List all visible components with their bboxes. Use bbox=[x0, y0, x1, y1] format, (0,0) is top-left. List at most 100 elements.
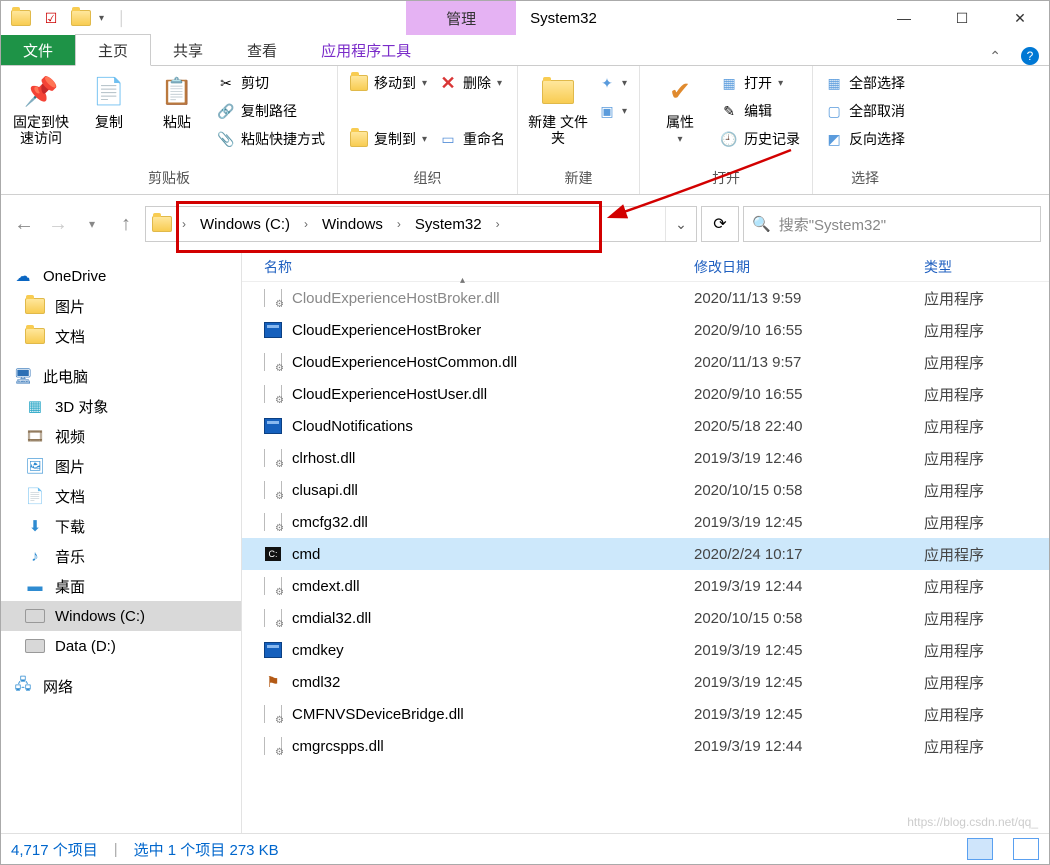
copy-path-button[interactable]: 🔗复制路径 bbox=[213, 98, 329, 124]
rename-button[interactable]: ▭重命名 bbox=[435, 126, 509, 152]
file-row[interactable]: ⚑cmdl322019/3/19 12:45应用程序 bbox=[242, 666, 1049, 698]
quick-access-toolbar: ☑ ▾ │ bbox=[1, 6, 142, 30]
move-to-button[interactable]: 移动到 ▾ bbox=[346, 70, 431, 96]
file-row[interactable]: cmdkey2019/3/19 12:45应用程序 bbox=[242, 634, 1049, 666]
copy-button[interactable]: 📄 复制 bbox=[77, 70, 141, 130]
sidebar-onedrive[interactable]: ☁OneDrive bbox=[1, 261, 241, 291]
drive-icon bbox=[25, 607, 45, 625]
sidebar-item[interactable]: 图片 bbox=[1, 291, 241, 321]
up-button[interactable]: ↑ bbox=[111, 209, 141, 239]
sidebar-item[interactable]: ♪音乐 bbox=[1, 541, 241, 571]
maximize-button[interactable]: ☐ bbox=[933, 1, 991, 35]
file-row[interactable]: C:cmd2020/2/24 10:17应用程序 bbox=[242, 538, 1049, 570]
qat-open-icon[interactable] bbox=[69, 6, 93, 30]
qat-customize-chevron[interactable]: ▾ bbox=[99, 13, 104, 24]
invert-icon: ◩ bbox=[825, 130, 843, 148]
cut-button[interactable]: ✂剪切 bbox=[213, 70, 329, 96]
sidebar-item[interactable]: ▬桌面 bbox=[1, 571, 241, 601]
column-headers[interactable]: 名称 修改日期 类型 ▴ bbox=[242, 253, 1049, 282]
properties-button[interactable]: ✔ 属性 ▾ bbox=[648, 70, 712, 146]
file-date: 2019/3/19 12:45 bbox=[694, 706, 924, 723]
sidebar-item[interactable]: 🖼图片 bbox=[1, 451, 241, 481]
breadcrumb-seg-0[interactable]: Windows (C:) bbox=[190, 216, 300, 233]
open-button[interactable]: ▦打开 ▾ bbox=[716, 70, 804, 96]
sidebar-item[interactable]: 文档 bbox=[1, 321, 241, 351]
file-row[interactable]: CloudExperienceHostBroker2020/9/10 16:55… bbox=[242, 314, 1049, 346]
file-date: 2019/3/19 12:45 bbox=[694, 642, 924, 659]
pictures-icon: 🖼 bbox=[25, 457, 45, 475]
sidebar-item[interactable]: 🎞视频 bbox=[1, 421, 241, 451]
group-label-select: 选择 bbox=[821, 166, 909, 190]
ribbon-collapse-chevron[interactable]: ⌃ bbox=[979, 48, 1011, 65]
sidebar-item-drive-c[interactable]: Windows (C:) bbox=[1, 601, 241, 631]
chevron-right-icon[interactable]: › bbox=[300, 217, 312, 231]
sidebar-this-pc[interactable]: 🖥此电脑 bbox=[1, 361, 241, 391]
paste-shortcut-button[interactable]: 📎粘贴快捷方式 bbox=[213, 126, 329, 152]
cmd-icon: C: bbox=[264, 545, 282, 563]
group-label-new: 新建 bbox=[526, 166, 631, 190]
invert-selection-button[interactable]: ◩反向选择 bbox=[821, 126, 909, 152]
file-date: 2019/3/19 12:44 bbox=[694, 738, 924, 755]
sidebar-item[interactable]: ⬇下载 bbox=[1, 511, 241, 541]
tab-app-tools[interactable]: 应用程序工具 bbox=[299, 35, 433, 65]
chevron-right-icon[interactable]: › bbox=[178, 217, 190, 231]
tab-share[interactable]: 共享 bbox=[151, 35, 225, 65]
sidebar-network[interactable]: 🖧网络 bbox=[1, 671, 241, 701]
recent-locations-button[interactable]: ▾ bbox=[77, 209, 107, 239]
select-none-button[interactable]: ▢全部取消 bbox=[821, 98, 909, 124]
refresh-button[interactable]: ⟳ bbox=[701, 206, 739, 242]
back-button[interactable]: ← bbox=[9, 209, 39, 239]
address-dropdown-button[interactable]: ⌄ bbox=[665, 207, 696, 241]
column-type[interactable]: 类型 bbox=[924, 257, 1049, 277]
sidebar-item[interactable]: ▦3D 对象 bbox=[1, 391, 241, 421]
file-row[interactable]: clrhost.dll2019/3/19 12:46应用程序 bbox=[242, 442, 1049, 474]
paste-button[interactable]: 📋 粘贴 bbox=[145, 70, 209, 130]
qat-folder-icon[interactable] bbox=[9, 6, 33, 30]
chevron-right-icon[interactable]: › bbox=[492, 217, 504, 231]
delete-button[interactable]: ✕删除 ▾ bbox=[435, 70, 509, 96]
file-row[interactable]: CloudExperienceHostUser.dll2020/9/10 16:… bbox=[242, 378, 1049, 410]
history-button[interactable]: 🕘历史记录 bbox=[716, 126, 804, 152]
forward-button[interactable]: → bbox=[43, 209, 73, 239]
sidebar-item[interactable]: 📄文档 bbox=[1, 481, 241, 511]
tab-home[interactable]: 主页 bbox=[75, 34, 151, 66]
sidebar-label: Windows (C:) bbox=[55, 608, 145, 625]
file-row[interactable]: cmgrcspps.dll2019/3/19 12:44应用程序 bbox=[242, 730, 1049, 762]
easy-access-button[interactable]: ▣▾ bbox=[594, 98, 631, 124]
breadcrumb-seg-2[interactable]: System32 bbox=[405, 216, 492, 233]
chevron-right-icon[interactable]: › bbox=[393, 217, 405, 231]
copy-to-button[interactable]: 复制到 ▾ bbox=[346, 126, 431, 152]
minimize-button[interactable]: — bbox=[875, 1, 933, 35]
file-row[interactable]: CMFNVSDeviceBridge.dll2019/3/19 12:45应用程… bbox=[242, 698, 1049, 730]
file-rows[interactable]: CloudExperienceHostBroker.dll2020/11/13 … bbox=[242, 282, 1049, 833]
tab-file[interactable]: 文件 bbox=[1, 35, 75, 65]
sidebar-item-drive-d[interactable]: Data (D:) bbox=[1, 631, 241, 661]
select-all-button[interactable]: ▦全部选择 bbox=[821, 70, 909, 96]
file-row[interactable]: CloudExperienceHostBroker.dll2020/11/13 … bbox=[242, 282, 1049, 314]
new-item-button[interactable]: ✦▾ bbox=[594, 70, 631, 96]
search-input[interactable]: 🔍 搜索"System32" bbox=[743, 206, 1041, 242]
view-details-button[interactable] bbox=[967, 838, 993, 860]
address-bar[interactable]: › Windows (C:) › Windows › System32 › ⌄ bbox=[145, 206, 697, 242]
tab-view[interactable]: 查看 bbox=[225, 35, 299, 65]
contextual-tab-manage[interactable]: 管理 bbox=[406, 1, 516, 35]
view-large-button[interactable] bbox=[1013, 838, 1039, 860]
file-row[interactable]: cmcfg32.dll2019/3/19 12:45应用程序 bbox=[242, 506, 1049, 538]
column-date[interactable]: 修改日期 bbox=[694, 257, 924, 277]
pin-button[interactable]: 📌 固定到快 速访问 bbox=[9, 70, 73, 146]
help-icon[interactable]: ? bbox=[1021, 47, 1039, 65]
navigation-pane[interactable]: ☁OneDrive 图片 文档 🖥此电脑 ▦3D 对象 🎞视频 🖼图片 📄文档 … bbox=[1, 253, 242, 833]
qat-properties-icon[interactable]: ☑ bbox=[39, 6, 63, 30]
sidebar-label: 网络 bbox=[43, 676, 73, 697]
close-button[interactable]: ✕ bbox=[991, 1, 1049, 35]
column-name[interactable]: 名称 bbox=[264, 257, 694, 277]
file-row[interactable]: cmdial32.dll2020/10/15 0:58应用程序 bbox=[242, 602, 1049, 634]
file-row[interactable]: CloudNotifications2020/5/18 22:40应用程序 bbox=[242, 410, 1049, 442]
edit-button[interactable]: ✎编辑 bbox=[716, 98, 804, 124]
new-folder-button[interactable]: 新建 文件夹 bbox=[526, 70, 590, 146]
file-row[interactable]: CloudExperienceHostCommon.dll2020/11/13 … bbox=[242, 346, 1049, 378]
file-row[interactable]: clusapi.dll2020/10/15 0:58应用程序 bbox=[242, 474, 1049, 506]
file-date: 2019/3/19 12:44 bbox=[694, 578, 924, 595]
file-row[interactable]: cmdext.dll2019/3/19 12:44应用程序 bbox=[242, 570, 1049, 602]
breadcrumb-seg-1[interactable]: Windows bbox=[312, 216, 393, 233]
